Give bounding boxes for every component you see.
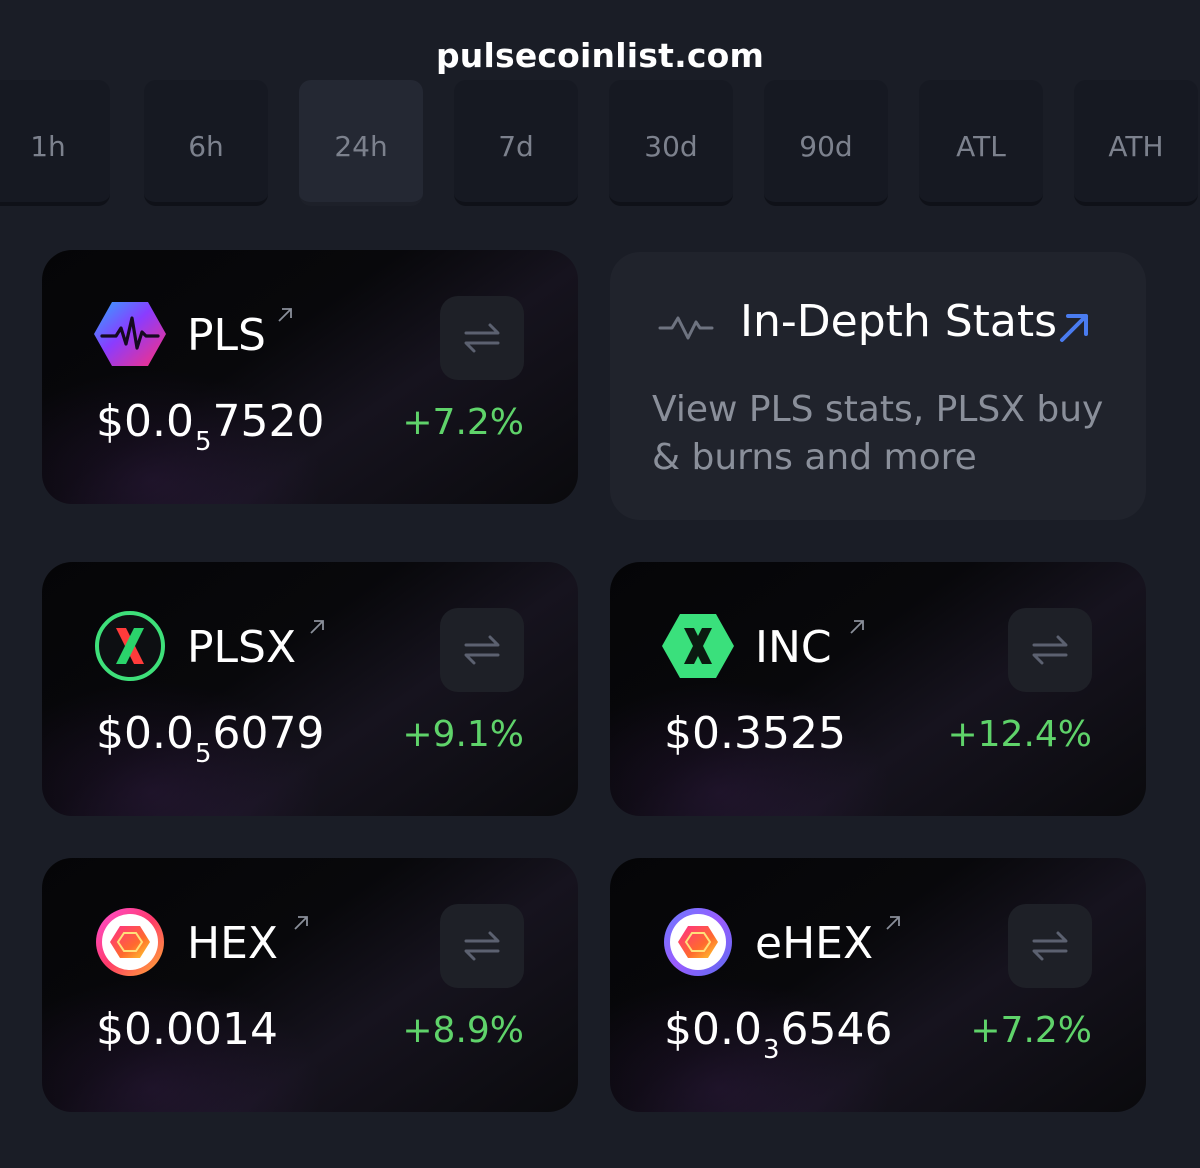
external-link-icon[interactable] [308, 618, 326, 636]
in-depth-stats-card[interactable]: In-Depth Stats View PLS stats, PLSX buy … [610, 252, 1146, 520]
token-card-pls[interactable]: PLS $0.057520 +7.2% [42, 250, 578, 504]
stats-title: In-Depth Stats [740, 296, 1058, 347]
token-price: $0.036546 [664, 1004, 893, 1065]
pulse-icon [658, 316, 714, 340]
token-name: HEX [187, 918, 279, 969]
tab-ath[interactable]: ATH [1074, 80, 1198, 206]
inc-logo-icon [662, 614, 734, 678]
price-change: +8.9% [402, 1010, 524, 1051]
tab-6h[interactable]: 6h [144, 80, 268, 206]
swap-button[interactable] [1008, 608, 1092, 692]
token-price: $0.3525 [664, 708, 846, 759]
token-name: PLS [187, 310, 266, 361]
tab-24h[interactable]: 24h [299, 80, 423, 206]
external-link-icon[interactable] [276, 306, 294, 324]
plsx-logo-icon [95, 611, 165, 681]
tab-1h[interactable]: 1h [0, 80, 110, 206]
external-link-icon[interactable] [884, 914, 902, 932]
external-link-icon[interactable] [292, 914, 310, 932]
page: pulsecoinlist.com 1h 6h 24h 7d 30d 90d A… [0, 0, 1200, 1168]
token-card-ehex[interactable]: eHEX $0.036546 +7.2% [610, 858, 1146, 1112]
price-change: +9.1% [402, 714, 524, 755]
token-price: $0.0014 [96, 1004, 278, 1055]
token-name: PLSX [187, 622, 297, 673]
pls-logo-icon [94, 302, 166, 366]
token-name: INC [755, 622, 832, 673]
price-change: +12.4% [947, 714, 1092, 755]
token-card-hex[interactable]: HEX $0.0014 +8.9% [42, 858, 578, 1112]
price-change: +7.2% [402, 402, 524, 443]
tab-90d[interactable]: 90d [764, 80, 888, 206]
token-price: $0.057520 [96, 396, 325, 457]
tab-atl[interactable]: ATL [919, 80, 1043, 206]
arrow-up-right-icon[interactable] [1056, 310, 1092, 346]
swap-icon [464, 323, 500, 353]
site-url: pulsecoinlist.com [435, 36, 765, 75]
price-change: +7.2% [970, 1010, 1092, 1051]
swap-icon [1032, 931, 1068, 961]
token-card-inc[interactable]: INC $0.3525 +12.4% [610, 562, 1146, 816]
swap-button[interactable] [440, 904, 524, 988]
swap-button[interactable] [440, 296, 524, 380]
hex-logo-icon [96, 908, 164, 976]
ehex-logo-icon [664, 908, 732, 976]
tab-30d[interactable]: 30d [609, 80, 733, 206]
swap-icon [464, 635, 500, 665]
swap-icon [1032, 635, 1068, 665]
swap-button[interactable] [1008, 904, 1092, 988]
swap-icon [464, 931, 500, 961]
external-link-icon[interactable] [848, 618, 866, 636]
token-price: $0.056079 [96, 708, 325, 769]
tab-7d[interactable]: 7d [454, 80, 578, 206]
stats-description: View PLS stats, PLSX buy & burns and mor… [652, 389, 1104, 478]
timeframe-tabs: 1h 6h 24h 7d 30d 90d ATL ATH [0, 76, 1200, 206]
swap-button[interactable] [440, 608, 524, 692]
token-card-plsx[interactable]: PLSX $0.056079 +9.1% [42, 562, 578, 816]
token-name: eHEX [755, 918, 874, 969]
